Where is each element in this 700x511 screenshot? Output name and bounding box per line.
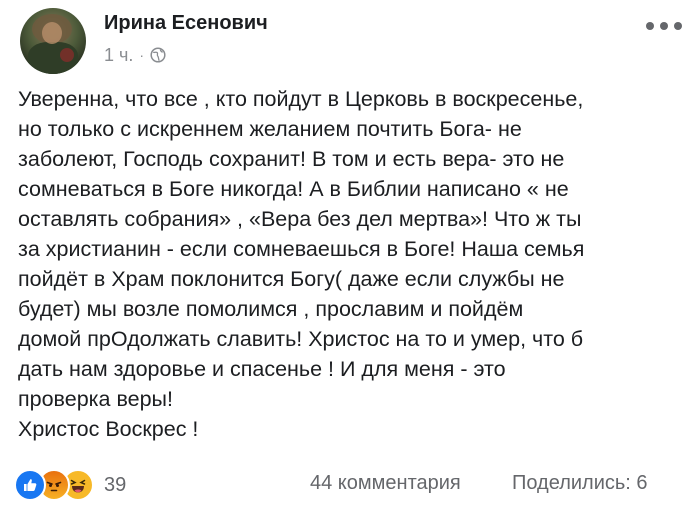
more-options-icon[interactable]: [646, 18, 682, 34]
post-text: Уверенна, что все , кто пойдут в Церковь…: [18, 84, 690, 444]
post-text-line: заболеют, Господь сохранит! В том и есть…: [18, 147, 565, 171]
post-text-line: сомневаться в Боге никогда! А в Библии н…: [18, 177, 569, 201]
post-text-line: но только с искреннем желанием почтить Б…: [18, 117, 522, 141]
post-meta: 1 ч. ·: [104, 44, 166, 66]
shares-count-link[interactable]: Поделились: 6: [512, 472, 648, 495]
post-time[interactable]: 1 ч.: [104, 45, 133, 66]
post-text-line: будет) мы возле помолимся , прославим и …: [18, 297, 524, 321]
facebook-post: Ирина Есенович 1 ч. · Уверенна, что все …: [0, 0, 700, 511]
meta-separator: ·: [139, 47, 145, 63]
comments-count-link[interactable]: 44 комментария: [310, 472, 461, 495]
post-text-line: дать нам здоровье и спасенье ! И для мен…: [18, 357, 506, 381]
post-text-line: домой прОдолжать славить! Христос на то …: [18, 327, 584, 351]
post-text-line: за христианин - если сомневаешься в Боге…: [18, 237, 585, 261]
post-text-line: проверка веры!: [18, 387, 173, 411]
post-text-line: Христос Воскрес !: [18, 417, 199, 441]
author-name[interactable]: Ирина Есенович: [104, 12, 268, 35]
post-text-line: пойдёт в Храм поклонится Богу( даже если…: [18, 267, 565, 291]
post-text-line: оставлять собрания» , «Вера без дел мерт…: [18, 207, 582, 231]
globe-icon: [150, 47, 166, 63]
avatar[interactable]: [20, 8, 86, 74]
post-text-line: Уверенна, что все , кто пойдут в Церковь…: [18, 87, 584, 111]
reactions-summary[interactable]: 39: [14, 469, 127, 501]
like-icon: [14, 469, 46, 501]
reaction-count: 39: [104, 473, 127, 496]
